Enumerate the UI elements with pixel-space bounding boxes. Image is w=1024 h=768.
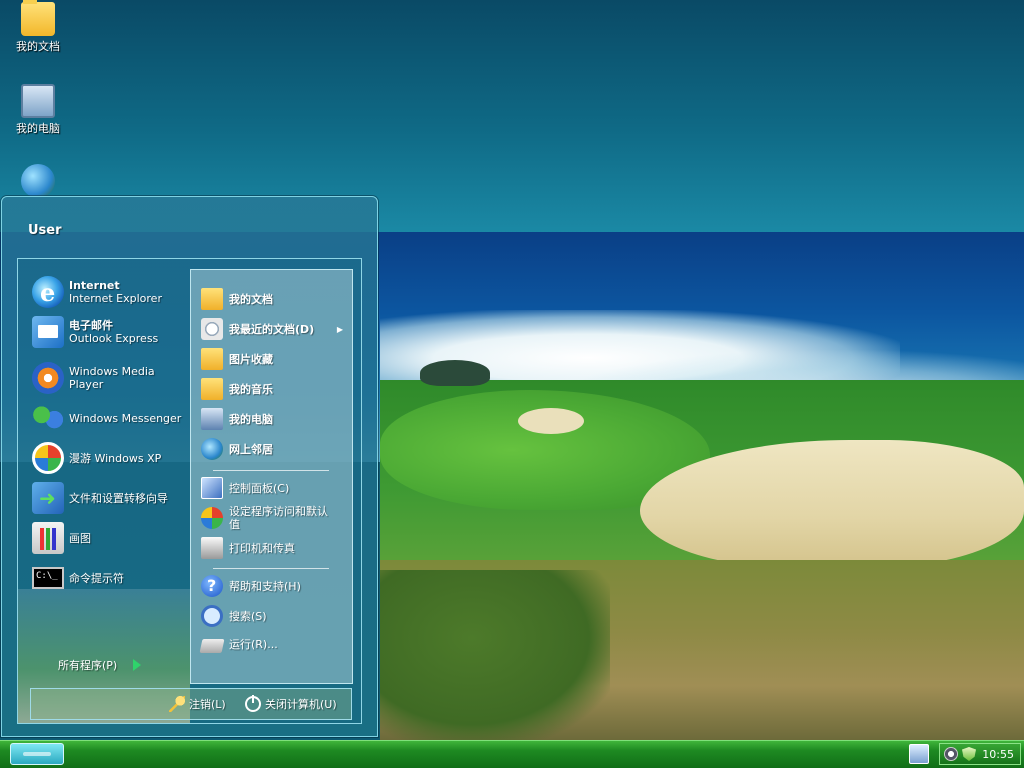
- places-item-network-places[interactable]: 网上邻居: [201, 438, 273, 460]
- start-menu-footer: 注销(L) 关闭计算机(U): [30, 688, 352, 720]
- media-player-icon: [32, 362, 64, 394]
- recent-item-paint[interactable]: 画图: [32, 521, 91, 555]
- mail-icon: [32, 316, 64, 348]
- help-icon: [201, 575, 223, 597]
- places-item-label: 网上邻居: [229, 442, 273, 456]
- recent-item-media-player[interactable]: Windows Media Player: [32, 361, 190, 395]
- places-separator: [213, 568, 329, 569]
- start-menu-body: InternetInternet Explorer 电子邮件Outlook Ex…: [17, 258, 362, 724]
- my-music-icon: [201, 378, 223, 400]
- taskbar-clock[interactable]: 10:55: [982, 748, 1014, 761]
- places-item-recent-documents[interactable]: 我最近的文档(D) ▶: [201, 318, 351, 340]
- wallpaper-rock: [420, 360, 490, 386]
- places-item-printers[interactable]: 打印机和传真: [201, 537, 295, 559]
- tour-icon: [32, 442, 64, 474]
- start-menu: User InternetInternet Explorer 电子邮件Outlo…: [1, 196, 378, 737]
- start-menu-places-column: 我的文档 我最近的文档(D) ▶ 图片收藏 我的音乐 我的电脑 网上邻居 控制面…: [190, 269, 353, 684]
- places-item-my-pictures[interactable]: 图片收藏: [201, 348, 273, 370]
- security-shield-icon[interactable]: [962, 747, 976, 761]
- recent-item-label: Windows Media Player: [69, 365, 155, 391]
- recent-item-label: 命令提示符: [69, 571, 124, 585]
- desktop-icon-my-computer[interactable]: 我的电脑: [4, 84, 72, 136]
- network-places-icon: [201, 438, 223, 460]
- places-item-label: 我的文档: [229, 292, 273, 306]
- pinned-item-title: Internet: [69, 279, 120, 292]
- places-item-control-panel[interactable]: 控制面板(C): [201, 477, 289, 499]
- places-separator: [213, 470, 329, 471]
- key-icon: [169, 696, 185, 712]
- all-programs-label: 所有程序(P): [58, 659, 118, 672]
- submenu-arrow-icon: ▶: [336, 324, 343, 334]
- logoff-label: 注销(L): [189, 698, 226, 711]
- places-item-label: 设定程序访问和默认值: [229, 505, 328, 531]
- start-button[interactable]: [10, 743, 64, 765]
- logoff-button[interactable]: 注销(L): [169, 696, 226, 712]
- start-menu-user-name: User: [28, 223, 62, 238]
- recent-item-command-prompt[interactable]: 命令提示符: [32, 561, 124, 595]
- audio-icon[interactable]: [944, 747, 958, 761]
- pinned-item-subtitle: Outlook Express: [69, 332, 159, 345]
- wallpaper-brush: [380, 570, 610, 740]
- desktop-icon-label: 我的文档: [16, 40, 60, 53]
- wallpaper-sand-bunker: [518, 408, 584, 434]
- power-icon: [245, 695, 261, 712]
- places-item-my-computer[interactable]: 我的电脑: [201, 408, 273, 430]
- desktop-icon-my-documents[interactable]: 我的文档: [4, 0, 72, 54]
- printer-icon: [201, 537, 223, 559]
- my-documents-icon: [201, 288, 223, 310]
- arrow-right-icon: [133, 659, 142, 671]
- ie-icon: [32, 276, 64, 308]
- command-prompt-icon: [32, 567, 64, 589]
- shutdown-button[interactable]: 关闭计算机(U): [245, 695, 337, 712]
- network-globe-icon: [21, 164, 55, 198]
- places-item-label: 我最近的文档(D): [229, 322, 315, 336]
- places-item-label: 搜索(S): [229, 609, 267, 623]
- places-item-label: 打印机和传真: [229, 541, 295, 555]
- places-item-search[interactable]: 搜索(S): [201, 605, 267, 627]
- places-item-my-music[interactable]: 我的音乐: [201, 378, 273, 400]
- recent-item-label: 画图: [69, 531, 91, 545]
- places-item-label: 图片收藏: [229, 352, 273, 366]
- recent-item-migration-wizard[interactable]: 文件和设置转移向导: [32, 481, 168, 515]
- control-panel-icon: [201, 477, 223, 499]
- pinned-item-email[interactable]: 电子邮件 Outlook Express: [32, 315, 158, 349]
- recent-item-tour[interactable]: 漫游 Windows XP: [32, 441, 161, 475]
- system-tray: 10:55: [939, 743, 1021, 765]
- pinned-item-title: 电子邮件: [69, 319, 113, 332]
- migration-wizard-icon: [32, 482, 64, 514]
- computer-icon: [21, 84, 55, 118]
- places-item-program-defaults[interactable]: 设定程序访问和默认值: [201, 505, 331, 531]
- messenger-icon: [32, 402, 64, 434]
- all-programs-button[interactable]: 所有程序(P): [58, 657, 142, 673]
- recent-item-label: 漫游 Windows XP: [69, 451, 162, 465]
- recent-item-messenger[interactable]: Windows Messenger: [32, 401, 181, 435]
- places-item-label: 我的音乐: [229, 382, 273, 396]
- recent-item-label: Windows Messenger: [69, 411, 182, 425]
- desktop-icon-label: 我的电脑: [16, 122, 60, 135]
- taskbar: 10:55: [0, 740, 1024, 768]
- language-bar-keyboard-icon[interactable]: [909, 744, 929, 764]
- folder-documents-icon: [21, 0, 55, 36]
- recent-item-label: 文件和设置转移向导: [69, 491, 168, 505]
- places-item-my-documents[interactable]: 我的文档: [201, 288, 273, 310]
- places-item-label: 我的电脑: [229, 412, 273, 426]
- recent-documents-icon: [201, 318, 223, 340]
- search-icon: [201, 605, 223, 627]
- places-item-run[interactable]: 运行(R)...: [199, 635, 278, 653]
- places-item-label: 控制面板(C): [229, 481, 290, 495]
- pinned-item-internet[interactable]: InternetInternet Explorer: [32, 275, 162, 309]
- places-item-label: 运行(R)...: [229, 637, 278, 651]
- start-menu-programs-column: InternetInternet Explorer 电子邮件Outlook Ex…: [18, 259, 190, 723]
- places-item-label: 帮助和支持(H): [229, 579, 301, 593]
- places-item-help[interactable]: 帮助和支持(H): [201, 575, 301, 597]
- pinned-item-subtitle: Internet Explorer: [69, 292, 162, 305]
- my-computer-icon: [201, 408, 223, 430]
- paint-icon: [32, 522, 64, 554]
- run-icon: [199, 639, 225, 653]
- program-defaults-icon: [201, 507, 223, 529]
- shutdown-label: 关闭计算机(U): [265, 698, 337, 711]
- my-pictures-icon: [201, 348, 223, 370]
- desktop-icon-network[interactable]: [4, 164, 72, 198]
